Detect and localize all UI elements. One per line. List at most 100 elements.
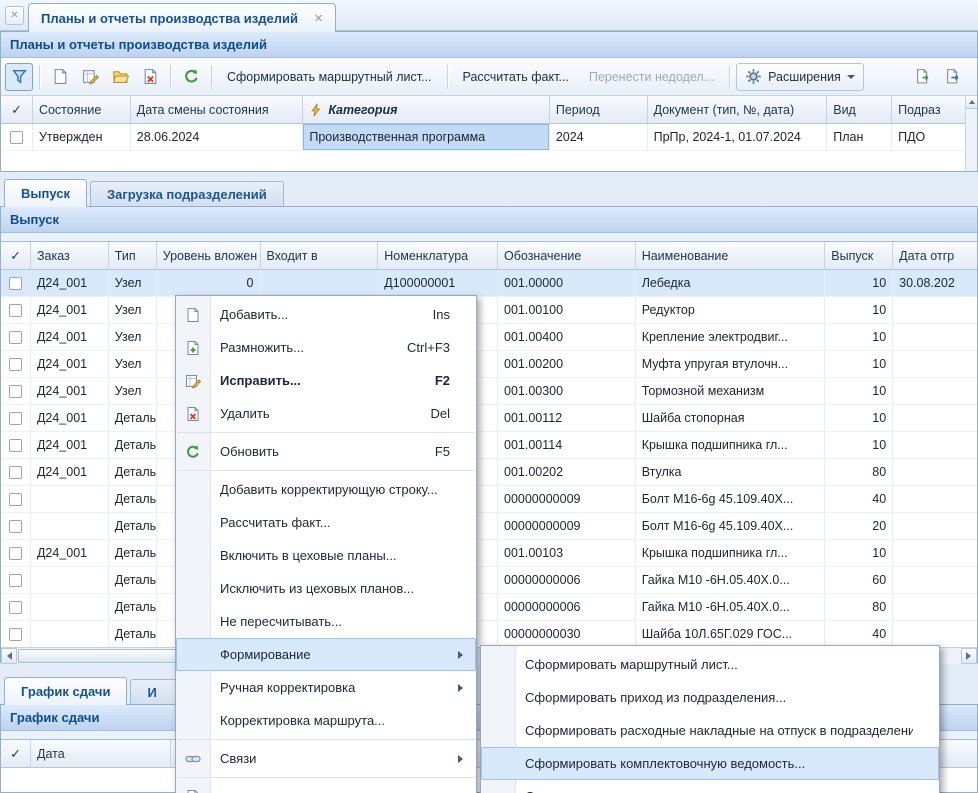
vypusk-grid-row[interactable]: Деталь 00000000009 Болт М16-6g 45.109.40… — [1, 513, 977, 540]
row-checkbox[interactable] — [10, 131, 23, 144]
row-checkbox[interactable] — [9, 439, 22, 452]
header-label: Заказ — [37, 249, 70, 263]
context-menu-item[interactable]: Формирование — [176, 638, 476, 671]
menu-icon-slot — [184, 547, 202, 565]
refresh-button[interactable] — [177, 63, 205, 91]
row-checkbox[interactable] — [9, 601, 22, 614]
context-menu-item[interactable]: Размножить... Ctrl+F3 — [176, 331, 476, 364]
vypusk-grid-row[interactable]: Д24_001 Узел 001.00200 Муфта упругая вту… — [1, 351, 977, 378]
row-checkbox[interactable] — [9, 304, 22, 317]
plans-grid-row[interactable]: Утвержден 28.06.2024 Производственная пр… — [1, 124, 965, 151]
row-checkbox[interactable] — [9, 412, 22, 425]
row-checkbox[interactable] — [9, 574, 22, 587]
context-menu-item[interactable]: Связи — [176, 742, 476, 775]
row-checkbox[interactable] — [9, 520, 22, 533]
submenu-item[interactable]: Сформировать приход из подразделения... — [481, 681, 939, 714]
context-menu-item[interactable]: Ручная корректировка — [176, 671, 476, 704]
cell-order: Д24_001 — [31, 405, 109, 431]
document-tab-plans[interactable]: Планы и отчеты производства изделий ✕ — [28, 3, 336, 32]
row-checkbox[interactable] — [9, 358, 22, 371]
vypusk-grid-row[interactable]: Д24_001 Узел 001.00400 Крепление электро… — [1, 324, 977, 351]
plans-grid-vscrollbar[interactable] — [965, 96, 977, 171]
vypusk-grid-row[interactable]: Д24_001 Деталь 001.00112 Шайба стопорная… — [1, 405, 977, 432]
submenu-item[interactable]: Сформировать маршрутный лист... — [481, 648, 939, 681]
context-menu-item[interactable] — [176, 780, 476, 793]
row-checkbox[interactable] — [9, 385, 22, 398]
submenu-item[interactable]: Сформировать комплектовочную ведомость..… — [481, 747, 939, 780]
vypusk-header-output[interactable]: Выпуск — [825, 242, 893, 269]
plans-header-division[interactable]: Подраз — [892, 96, 965, 123]
calc-fact-button[interactable]: Рассчитать факт... — [454, 63, 578, 91]
vypusk-header-designation[interactable]: Обозначение — [498, 242, 636, 269]
context-menu-item[interactable]: Корректировка маршрута... — [176, 704, 476, 737]
make-route-list-button[interactable]: Сформировать маршрутный лист... — [218, 63, 441, 91]
context-menu-item[interactable]: Добавить корректирующую строку... — [176, 473, 476, 506]
row-checkbox[interactable] — [9, 547, 22, 560]
row-checkbox[interactable] — [9, 277, 22, 290]
tab-zagruzka-podrazdelenij[interactable]: Загрузка подразделений — [90, 181, 284, 206]
vypusk-header-check[interactable]: ✓ — [1, 242, 31, 269]
context-menu-item[interactable]: Не пересчитывать... — [176, 605, 476, 638]
row-checkbox[interactable] — [9, 628, 22, 641]
cell-order: Д24_001 — [31, 324, 109, 350]
extensions-button[interactable]: Расширения — [736, 63, 864, 91]
scroll-up-button[interactable] — [966, 96, 977, 109]
tab-vypusk[interactable]: Выпуск — [4, 179, 87, 207]
delete-document-button[interactable] — [136, 63, 164, 91]
cell-order — [31, 594, 109, 620]
add-document-button[interactable] — [46, 63, 74, 91]
plans-header-state-date[interactable]: Дата смены состояния — [131, 96, 304, 123]
tab-grafik-sdachi[interactable]: График сдачи — [4, 677, 127, 705]
context-menu-item[interactable]: Обновить F5 — [176, 435, 476, 468]
vypusk-grid-row[interactable]: Д24_001 Узел 001.00100 Редуктор 10 — [1, 297, 977, 324]
plans-header-category[interactable]: Категория — [303, 96, 549, 123]
vypusk-grid-row[interactable]: Д24_001 Узел 001.00300 Тормозной механиз… — [1, 378, 977, 405]
edit-document-button[interactable] — [76, 63, 104, 91]
vypusk-header-name[interactable]: Наименование — [636, 242, 826, 269]
context-menu-item[interactable]: Рассчитать факт... — [176, 506, 476, 539]
context-menu-item[interactable]: Добавить... Ins — [176, 298, 476, 331]
plans-header-period[interactable]: Период — [550, 96, 648, 123]
vypusk-grid-row[interactable]: Деталь 00000000009 Болт М16-6g 45.109.40… — [1, 486, 977, 513]
context-menu-item[interactable]: Исключить из цеховых планов... — [176, 572, 476, 605]
vypusk-grid-row[interactable]: Деталь 00000000006 Гайка М10 -6Н.05.40Х.… — [1, 594, 977, 621]
schedule-header-check[interactable]: ✓ — [1, 740, 31, 767]
schedule-header-date[interactable]: Дата — [31, 740, 171, 767]
cell-type: Деталь — [109, 405, 157, 431]
open-folder-button[interactable] — [106, 63, 134, 91]
vypusk-header-nomenclature[interactable]: Номенклатура — [378, 242, 498, 269]
move-backlog-button[interactable]: Перенести недодел... — [580, 63, 723, 91]
vypusk-grid-row[interactable]: Д24_001 Узел 0 Д100000001 001.00000 Лебе… — [1, 270, 977, 297]
submenu-item[interactable]: Сформировать расходные накладные на отпу… — [481, 714, 939, 747]
vypusk-grid-row[interactable]: Д24_001 Деталь 001.00202 Втулка 80 — [1, 459, 977, 486]
vypusk-header-ship-date[interactable]: Дата отгр — [893, 242, 977, 269]
close-tabs-button[interactable]: ✕ — [5, 6, 24, 25]
context-menu-item[interactable]: Включить в цеховые планы... — [176, 539, 476, 572]
row-checkbox[interactable] — [9, 493, 22, 506]
filter-button[interactable] — [5, 63, 33, 91]
send-document-button[interactable] — [939, 63, 967, 91]
vypusk-header-order[interactable]: Заказ — [31, 242, 109, 269]
plans-header-document[interactable]: Документ (тип, №, дата) — [648, 96, 828, 123]
submenu-item[interactable]: О... — [481, 780, 939, 793]
tab-close-icon[interactable]: ✕ — [314, 12, 323, 25]
vypusk-grid-row[interactable]: Д24_001 Деталь 001.00103 Крышка подшипни… — [1, 540, 977, 567]
vypusk-header-level[interactable]: Уровень вложен — [157, 242, 261, 269]
scroll-right-button[interactable] — [961, 648, 977, 664]
vypusk-grid-row[interactable]: Д24_001 Деталь 001.00114 Крышка подшипни… — [1, 432, 977, 459]
export-document-button[interactable] — [909, 63, 937, 91]
row-checkbox[interactable] — [9, 466, 22, 479]
vypusk-grid-row[interactable]: Деталь 00000000030 Шайба 10Л.65Г.029 ГОС… — [1, 621, 977, 648]
scroll-left-button[interactable] — [1, 648, 17, 664]
plans-header-check[interactable]: ✓ — [1, 96, 33, 123]
cell-category[interactable]: Производственная программа — [303, 124, 549, 150]
plans-header-state[interactable]: Состояние — [33, 96, 131, 123]
plans-header-kind[interactable]: Вид — [827, 96, 892, 123]
vypusk-grid-row[interactable]: Деталь 00000000006 Гайка М10 -6Н.05.40Х.… — [1, 567, 977, 594]
row-checkbox[interactable] — [9, 331, 22, 344]
context-menu-item[interactable]: Удалить Del — [176, 397, 476, 430]
context-menu-item[interactable]: Исправить... F2 — [176, 364, 476, 397]
cell-kind: План — [827, 124, 892, 150]
vypusk-header-type[interactable]: Тип — [109, 242, 157, 269]
vypusk-header-part-of[interactable]: Входит в — [261, 242, 379, 269]
